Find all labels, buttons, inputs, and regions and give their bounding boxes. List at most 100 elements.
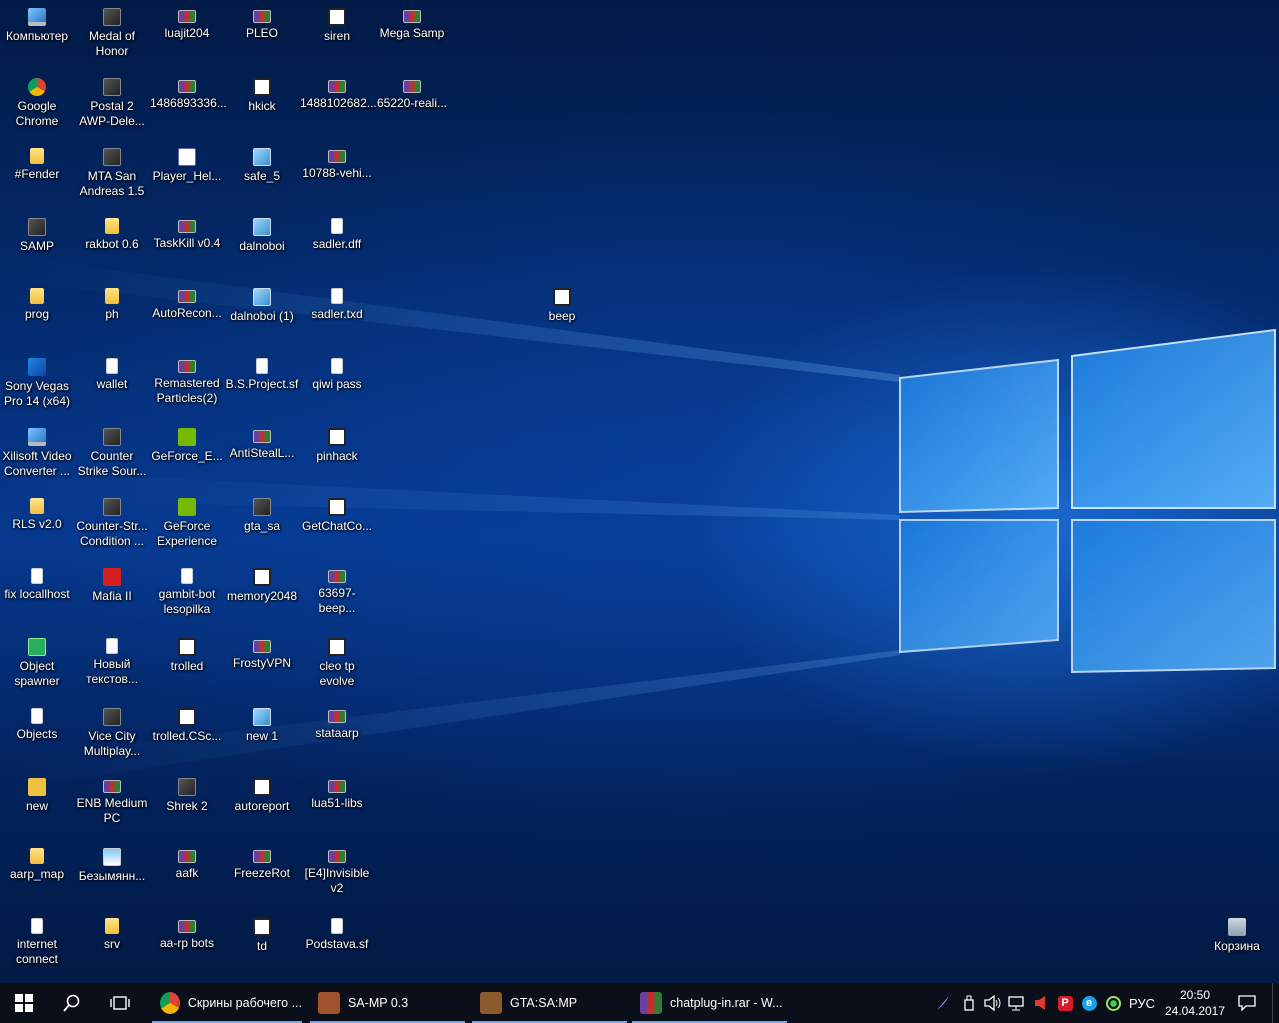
desktop-icon[interactable]: Shrek 2 bbox=[150, 770, 224, 832]
edge-browser-icon[interactable]: e bbox=[1078, 983, 1100, 1023]
desktop-icon[interactable]: [E4]Invisible v2 bbox=[300, 840, 374, 902]
desktop-icon[interactable]: stataarp bbox=[300, 700, 374, 762]
desktop-icon[interactable]: beep bbox=[525, 280, 599, 342]
status-green-icon[interactable] bbox=[1102, 983, 1124, 1023]
desktop-icon[interactable]: 10788-vehi... bbox=[300, 140, 374, 202]
task-view-button[interactable] bbox=[96, 983, 144, 1023]
desktop-icon[interactable]: sadler.txd bbox=[300, 280, 374, 342]
desktop-icon[interactable]: dalnoboi bbox=[225, 210, 299, 272]
game-icon bbox=[103, 708, 121, 726]
desktop-icon[interactable]: gta_sa bbox=[225, 490, 299, 552]
desktop-icon[interactable]: Vice City Multiplay... bbox=[75, 700, 149, 762]
taskbar-clock[interactable]: 20:50 24.04.2017 bbox=[1160, 983, 1230, 1023]
desktop-icon[interactable]: trolled.CSc... bbox=[150, 700, 224, 762]
desktop-icon[interactable]: ph bbox=[75, 280, 149, 342]
desktop-icon[interactable]: Object spawner bbox=[0, 630, 74, 692]
desktop-icon[interactable]: Корзина bbox=[1200, 910, 1274, 972]
desktop-icon[interactable]: RLS v2.0 bbox=[0, 490, 74, 552]
desktop-icon[interactable]: Mafia II bbox=[75, 560, 149, 622]
desktop-icon[interactable]: 1488102682... bbox=[300, 70, 377, 132]
desktop-icon[interactable]: Podstava.sf bbox=[300, 910, 374, 972]
desktop-icon[interactable]: td bbox=[225, 910, 299, 972]
rar-icon bbox=[178, 920, 196, 933]
desktop-icon[interactable]: aafk bbox=[150, 840, 224, 902]
rar-icon bbox=[253, 850, 271, 863]
taskbar-app-button[interactable]: SA-MP 0.3 bbox=[310, 983, 465, 1023]
desktop-icon[interactable]: Counter-Str... Condition ... bbox=[75, 490, 149, 552]
desktop-icon[interactable]: GeForce_E... bbox=[150, 420, 224, 482]
desktop-icon[interactable]: dalnoboi (1) bbox=[225, 280, 299, 342]
desktop-icon[interactable]: aarp_map bbox=[0, 840, 74, 902]
desktop-icon[interactable]: 1486893336... bbox=[150, 70, 227, 132]
notification-center-button[interactable] bbox=[1232, 983, 1262, 1023]
desktop-icon[interactable]: prog bbox=[0, 280, 74, 342]
desktop-icon[interactable]: Google Chrome bbox=[0, 70, 74, 132]
desktop-icon[interactable]: fix locallhost bbox=[0, 560, 74, 622]
speaker-red-icon[interactable] bbox=[1030, 983, 1052, 1023]
desktop-icon[interactable]: MTA San Andreas 1.5 bbox=[75, 140, 149, 202]
usb-device-icon[interactable] bbox=[958, 983, 980, 1023]
desktop-icon[interactable]: Безымянн... bbox=[75, 840, 149, 902]
feather-tray-icon[interactable] bbox=[932, 983, 954, 1023]
exe-icon bbox=[253, 148, 271, 166]
desktop-icon[interactable]: GetChatCo... bbox=[300, 490, 374, 552]
desktop-icon[interactable]: luajit204 bbox=[150, 0, 224, 62]
desktop-icon[interactable]: Objects bbox=[0, 700, 74, 762]
desktop-icon[interactable]: rakbot 0.6 bbox=[75, 210, 149, 272]
desktop-icon[interactable]: Xilisoft Video Converter ... bbox=[0, 420, 74, 482]
taskbar-app-button[interactable]: GTA:SA:MP bbox=[472, 983, 627, 1023]
desktop-icon[interactable]: aa-rp bots bbox=[150, 910, 224, 972]
taskbar-app-button[interactable]: Скрины рабочего ... bbox=[152, 983, 302, 1023]
desktop-icon[interactable]: GeForce Experience bbox=[150, 490, 224, 552]
desktop-icon[interactable]: new bbox=[0, 770, 74, 832]
desktop-icon[interactable]: Компьютер bbox=[0, 0, 74, 62]
desktop-icon[interactable]: qiwi pass bbox=[300, 350, 374, 412]
desktop-icon[interactable]: 63697-beep... bbox=[300, 560, 374, 622]
desktop-icon[interactable]: AntiStealL... bbox=[225, 420, 299, 482]
desktop-icon[interactable]: cleo tp evolve bbox=[300, 630, 374, 692]
desktop-icon[interactable]: internet connect bbox=[0, 910, 74, 972]
input-language-indicator[interactable]: РУС bbox=[1126, 983, 1158, 1023]
desktop-icon[interactable]: FrostyVPN bbox=[225, 630, 299, 692]
desktop-icon[interactable]: srv bbox=[75, 910, 149, 972]
taskbar-app-button[interactable]: chatplug-in.rar - W... bbox=[632, 983, 787, 1023]
desktop-icon[interactable]: Counter Strike Sour... bbox=[75, 420, 149, 482]
desktop-icon[interactable]: siren bbox=[300, 0, 374, 62]
desktop-icon[interactable]: pinhack bbox=[300, 420, 374, 482]
samp-client-icon bbox=[318, 992, 340, 1014]
desktop-icon[interactable]: B.S.Project.sf bbox=[225, 350, 299, 412]
desktop-icon[interactable]: memory2048 bbox=[225, 560, 299, 622]
desktop-icon[interactable]: 65220-reali... bbox=[375, 70, 449, 132]
desktop-icon[interactable]: autoreport bbox=[225, 770, 299, 832]
desktop-icon[interactable]: lua51-libs bbox=[300, 770, 374, 832]
volume-icon[interactable] bbox=[982, 983, 1004, 1023]
desktop-icon[interactable]: FreezeRot bbox=[225, 840, 299, 902]
desktop-icon[interactable]: wallet bbox=[75, 350, 149, 412]
start-button[interactable] bbox=[0, 983, 48, 1023]
pinterest-icon[interactable]: P bbox=[1054, 983, 1076, 1023]
desktop-icon[interactable]: Sony Vegas Pro 14 (x64) bbox=[0, 350, 74, 412]
desktop-icon[interactable]: safe_5 bbox=[225, 140, 299, 202]
desktop-icon[interactable]: TaskKill v0.4 bbox=[150, 210, 224, 272]
desktop-icon[interactable]: trolled bbox=[150, 630, 224, 692]
desktop-icon[interactable]: Postal 2 AWP-Dele... bbox=[75, 70, 149, 132]
network-icon[interactable] bbox=[1006, 983, 1028, 1023]
desktop-icon[interactable]: sadler.dff bbox=[300, 210, 374, 272]
desktop-icon[interactable]: Mega Samp bbox=[375, 0, 449, 62]
desktop-icon[interactable]: #Fender bbox=[0, 140, 74, 202]
desktop-icon[interactable]: ENB Medium PC bbox=[75, 770, 149, 832]
desktop-icon[interactable]: gambit-bot lesopilka bbox=[150, 560, 224, 622]
show-desktop-button[interactable] bbox=[1272, 983, 1279, 1023]
desktop-icon[interactable]: Новый текстов... bbox=[75, 630, 149, 692]
desktop-icon[interactable]: hkick bbox=[225, 70, 299, 132]
folder-icon bbox=[30, 288, 44, 304]
desktop-icon[interactable]: PLEO bbox=[225, 0, 299, 62]
desktop-icon[interactable]: new 1 bbox=[225, 700, 299, 762]
desktop-icon[interactable]: Player_Hel... bbox=[150, 140, 224, 202]
desktop-icon[interactable]: Remastered Particles(2) bbox=[150, 350, 224, 412]
search-button[interactable] bbox=[48, 983, 96, 1023]
desktop-icon[interactable]: AutoRecon... bbox=[150, 280, 224, 342]
desktop-icon[interactable]: SAMP bbox=[0, 210, 74, 272]
rar-icon bbox=[178, 360, 196, 373]
desktop-icon[interactable]: Medal of Honor bbox=[75, 0, 149, 62]
